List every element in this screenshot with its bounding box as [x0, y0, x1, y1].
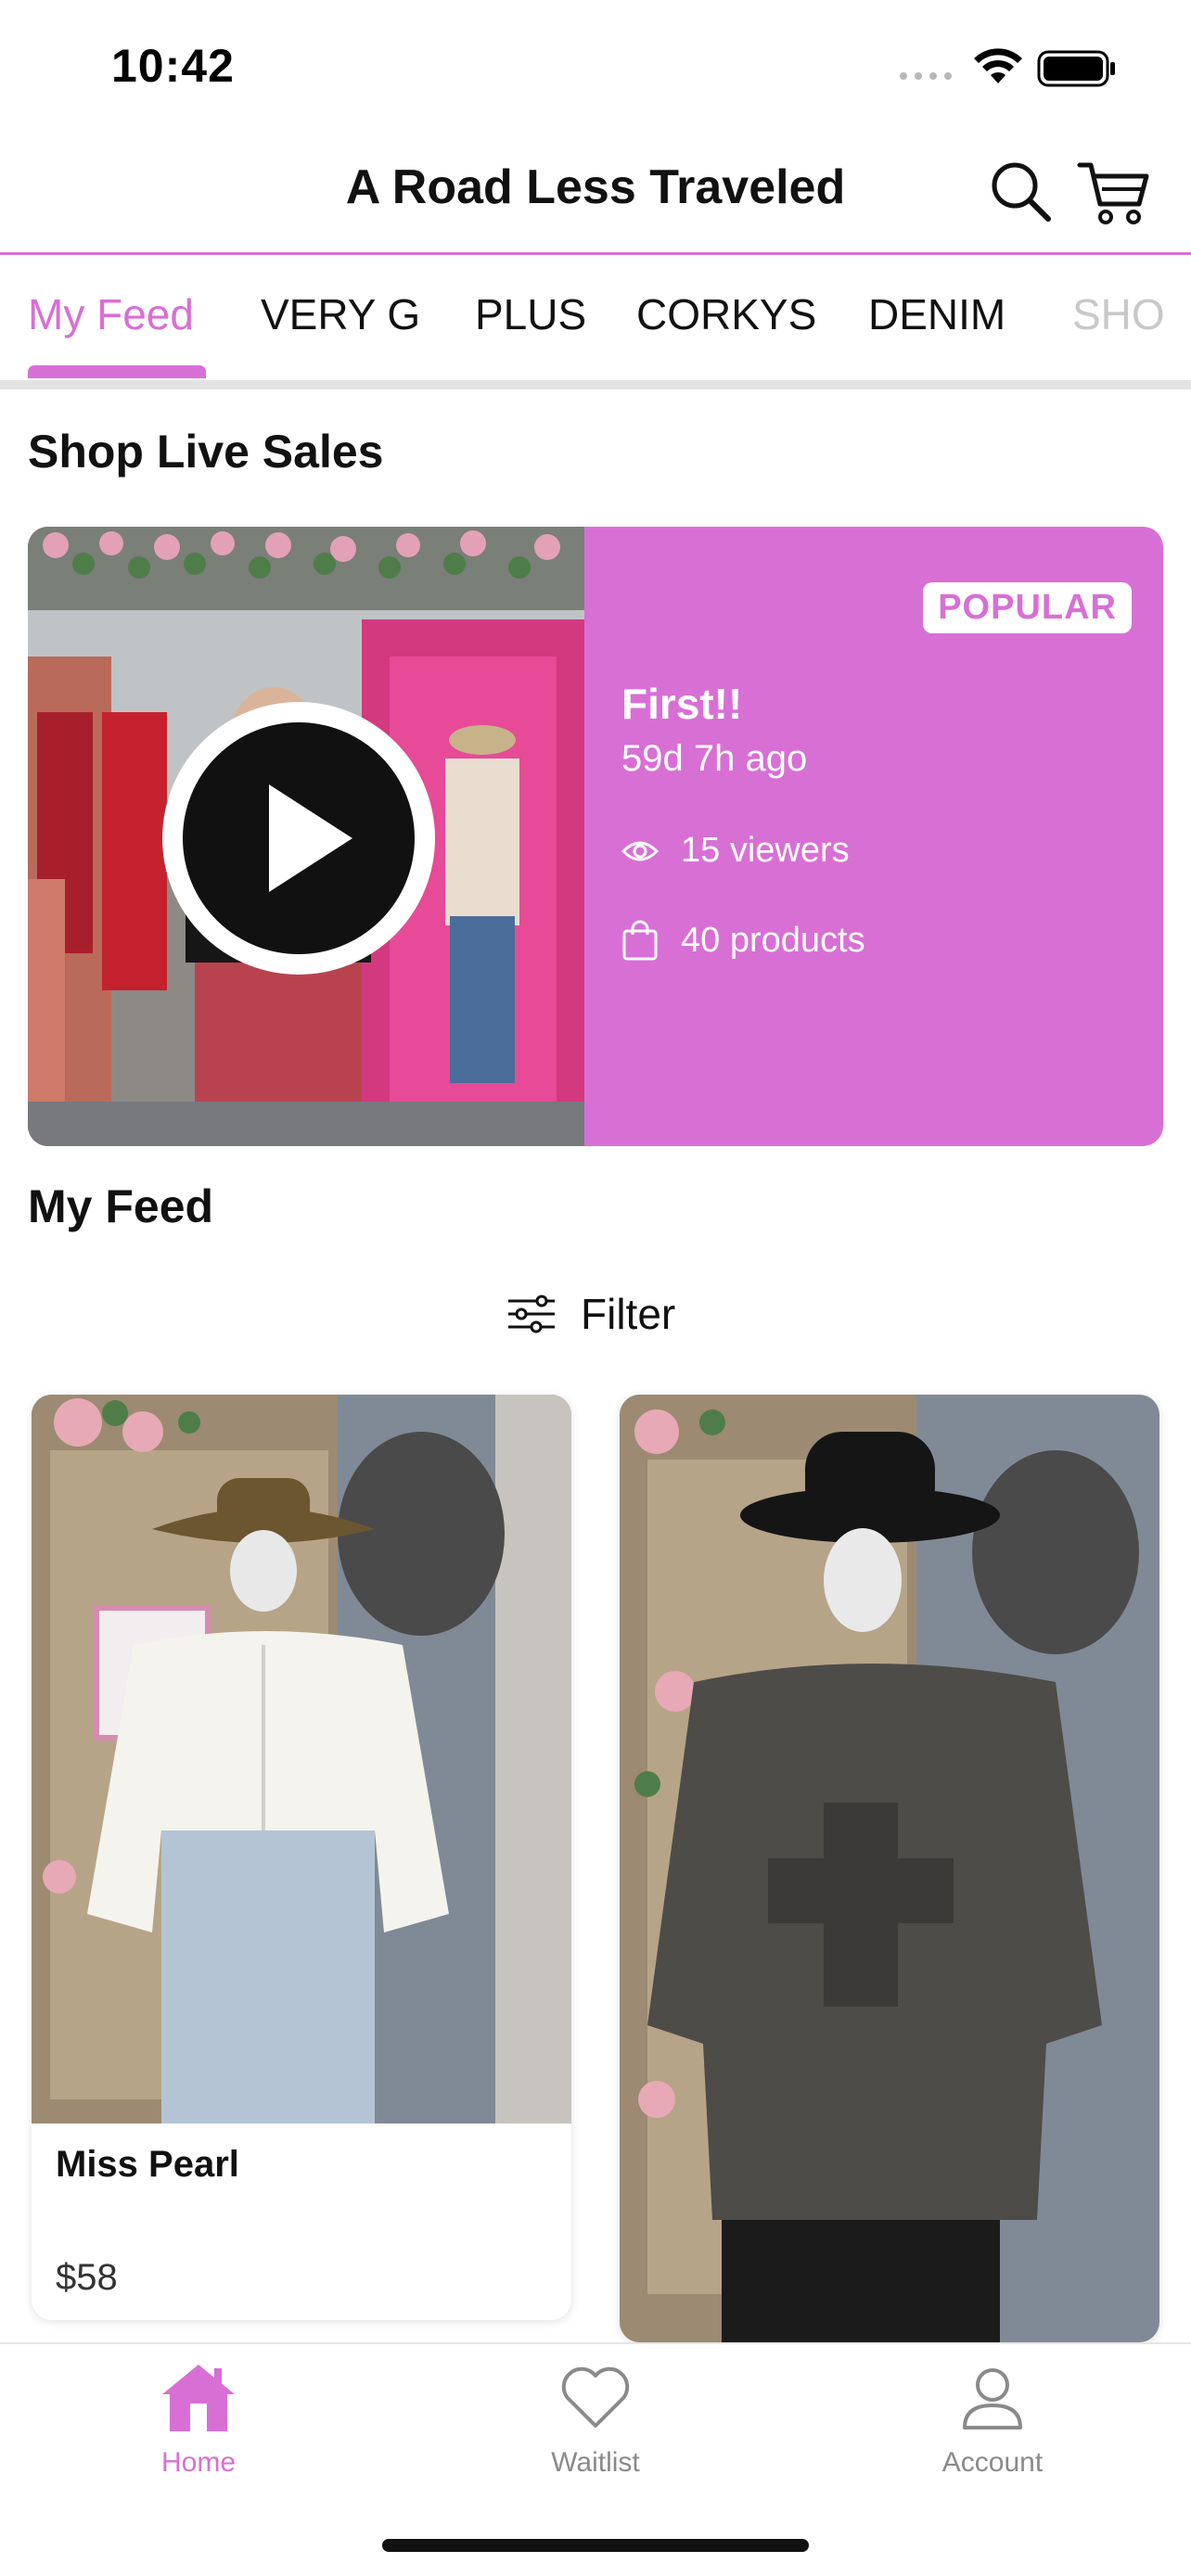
product-price: $58 — [56, 2257, 118, 2298]
user-icon — [963, 2368, 1022, 2429]
viewers-count: 15 viewers — [681, 831, 850, 870]
product-image — [32, 1395, 571, 2123]
nav-account-label: Account — [941, 2447, 1044, 2478]
product-card[interactable] — [620, 1395, 1159, 2342]
my-feed-title: My Feed — [28, 1180, 214, 1232]
search-icon[interactable] — [985, 156, 1056, 226]
filter-button[interactable]: Filter — [506, 1289, 675, 1339]
live-sale-title: First!! — [621, 680, 743, 728]
cart-icon[interactable] — [1074, 152, 1152, 230]
product-card[interactable]: Miss Pearl $58 — [32, 1395, 571, 2320]
cellular-signal-icon — [900, 72, 952, 80]
home-indicator — [382, 2539, 809, 2552]
tab-very-g[interactable]: VERY G — [261, 289, 420, 339]
tab-sho[interactable]: SHO — [1072, 289, 1165, 339]
products-row: 40 products — [621, 920, 865, 961]
live-sales-title: Shop Live Sales — [28, 426, 384, 478]
shopping-bag-icon — [622, 920, 658, 961]
filter-label: Filter — [581, 1290, 676, 1338]
popular-badge: POPULAR — [923, 582, 1132, 633]
eye-icon — [621, 841, 659, 861]
tab-denim[interactable]: DENIM — [868, 289, 1005, 339]
category-tabs: My Feed VERY G PLUS CORKYS DENIM SHO — [0, 256, 1191, 382]
nav-home[interactable]: Home — [96, 2361, 301, 2479]
battery-icon — [1037, 50, 1115, 87]
nav-waitlist-label: Waitlist — [551, 2447, 640, 2478]
product-image — [620, 1395, 1159, 2342]
tab-plus[interactable]: PLUS — [475, 289, 586, 339]
heart-icon — [561, 2366, 630, 2428]
live-sale-time: 59d 7h ago — [621, 738, 808, 779]
home-icon — [162, 2365, 235, 2431]
tab-my-feed[interactable]: My Feed — [28, 289, 194, 339]
wifi-icon — [974, 48, 1022, 83]
viewers-row: 15 viewers — [621, 831, 850, 871]
tab-corkys[interactable]: CORKYS — [636, 289, 816, 339]
status-bar: 10:42 — [0, 0, 1191, 130]
nav-account[interactable]: Account — [890, 2361, 1095, 2479]
status-time: 10:42 — [111, 40, 235, 92]
product-name: Miss Pearl — [56, 2144, 239, 2185]
products-count: 40 products — [681, 920, 865, 960]
nav-waitlist[interactable]: Waitlist — [493, 2361, 698, 2479]
filter-sliders-icon — [508, 1294, 555, 1333]
tabs-divider — [0, 380, 1191, 389]
app-header: A Road Less Traveled — [0, 139, 1191, 254]
live-sale-info: POPULAR First!! 59d 7h ago 15 viewers 40… — [584, 527, 1163, 1146]
active-tab-indicator — [28, 365, 206, 378]
live-sale-card[interactable]: POPULAR First!! 59d 7h ago 15 viewers 40… — [28, 527, 1163, 1146]
nav-home-label: Home — [160, 2447, 237, 2478]
header-divider — [0, 252, 1191, 255]
play-icon[interactable] — [160, 699, 438, 977]
